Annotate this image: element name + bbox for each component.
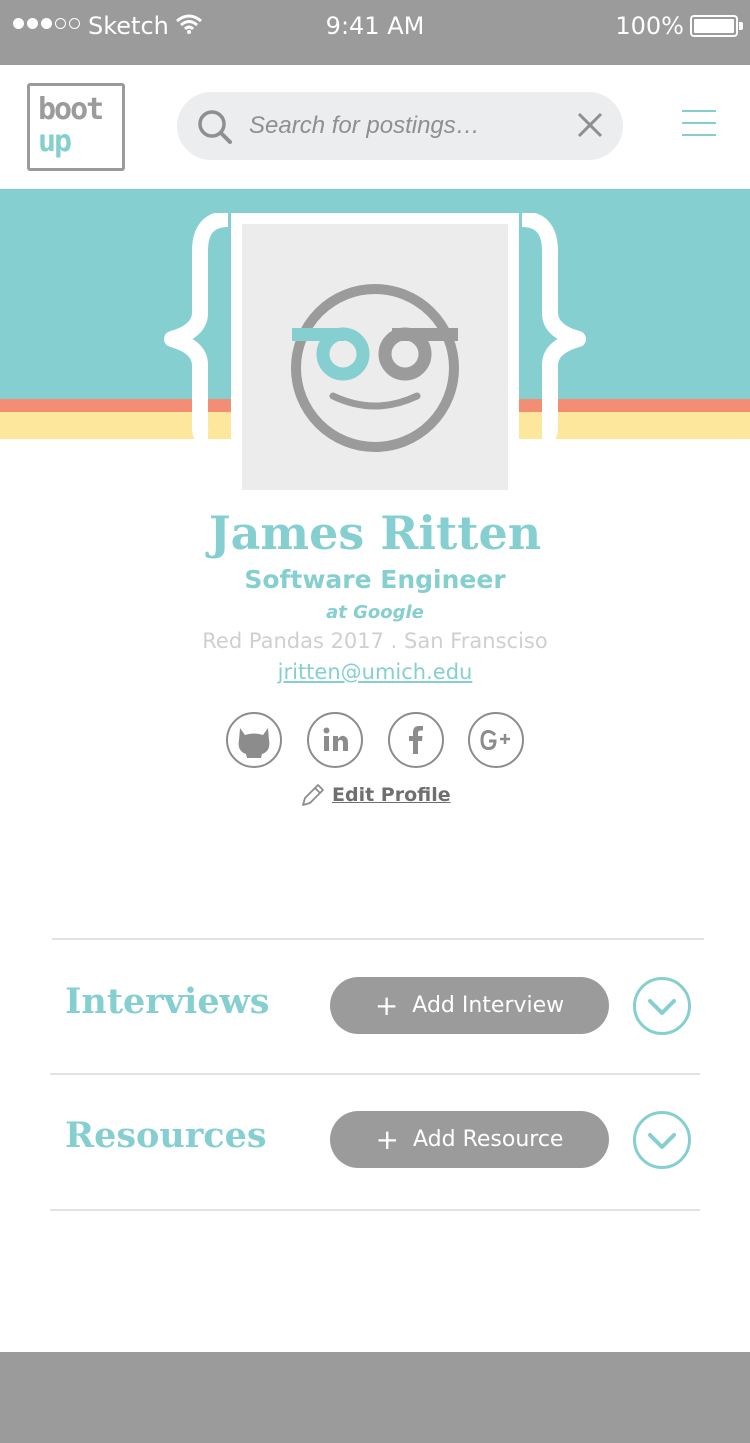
edit-profile-link[interactable]: Edit Profile bbox=[300, 780, 451, 810]
chevron-down-icon bbox=[648, 999, 676, 1015]
linkedin-button[interactable] bbox=[307, 712, 363, 768]
search-bar[interactable] bbox=[177, 92, 623, 160]
add-resource-button[interactable]: + Add Resource bbox=[330, 1111, 609, 1168]
battery-tip bbox=[739, 22, 743, 30]
facebook-button[interactable] bbox=[388, 712, 444, 768]
add-interview-button[interactable]: + Add Interview bbox=[330, 977, 609, 1034]
github-icon bbox=[238, 728, 270, 758]
avatar[interactable] bbox=[242, 224, 508, 490]
profile-email: jritten@umich.edu bbox=[0, 660, 750, 684]
expand-interviews-button[interactable] bbox=[633, 977, 691, 1035]
plus-icon: + bbox=[374, 988, 399, 1022]
pencil-icon bbox=[302, 784, 324, 806]
right-brace-icon bbox=[521, 213, 586, 439]
profile-company: at Google bbox=[326, 602, 424, 623]
left-brace-icon bbox=[164, 213, 229, 439]
battery-icon bbox=[690, 15, 738, 37]
divider bbox=[52, 938, 704, 940]
chevron-down-icon bbox=[648, 1133, 676, 1149]
expand-resources-button[interactable] bbox=[633, 1111, 691, 1169]
footer-bar bbox=[0, 1352, 750, 1443]
github-button[interactable] bbox=[226, 712, 282, 768]
google-plus-button[interactable] bbox=[468, 712, 524, 768]
status-bar: Sketch 9:41 AM 100% bbox=[0, 0, 750, 65]
logo-text-boot: boot bbox=[38, 92, 104, 127]
divider bbox=[50, 1073, 700, 1075]
edit-profile-label: Edit Profile bbox=[332, 784, 451, 806]
profile-name: James Ritten bbox=[208, 506, 542, 560]
bootup-logo[interactable]: boot up bbox=[27, 83, 125, 171]
email-link[interactable]: jritten@umich.edu bbox=[278, 660, 473, 684]
top-nav: boot up bbox=[0, 65, 750, 189]
resources-title: Resources bbox=[65, 1115, 267, 1156]
close-icon[interactable] bbox=[577, 112, 603, 138]
hamburger-menu-icon[interactable] bbox=[682, 108, 716, 138]
add-resource-label: Add Resource bbox=[412, 1127, 564, 1152]
divider bbox=[50, 1209, 700, 1211]
smiley-avatar-icon bbox=[291, 284, 459, 452]
add-interview-label: Add Interview bbox=[412, 993, 565, 1018]
logo-text-up: up bbox=[38, 124, 72, 159]
profile-cohort-location: Red Pandas 2017 . San Fransciso bbox=[202, 629, 548, 653]
profile-job-title: Software Engineer bbox=[244, 565, 506, 594]
google-plus-icon bbox=[480, 729, 510, 751]
plus-icon: + bbox=[375, 1122, 399, 1156]
battery-percent: 100% bbox=[615, 12, 684, 40]
search-icon bbox=[198, 110, 232, 144]
search-input[interactable] bbox=[249, 106, 549, 146]
avatar-frame bbox=[231, 213, 519, 501]
facebook-icon bbox=[409, 726, 423, 754]
linkedin-icon bbox=[323, 727, 348, 751]
interviews-title: Interviews bbox=[65, 981, 270, 1022]
